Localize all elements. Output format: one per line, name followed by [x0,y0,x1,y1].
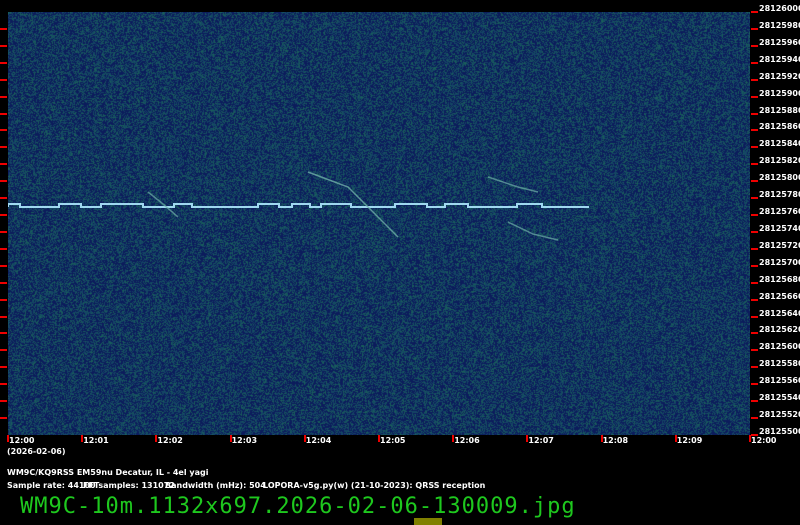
freq-label: 28125900 [759,89,800,98]
time-label: 12:00 [751,436,776,445]
freq-tick-left [0,180,7,182]
freq-tick [751,214,758,216]
freq-tick-left [0,96,7,98]
freq-tick-left [0,417,7,419]
time-label: 12:02 [157,436,182,445]
station-info: WM9C/KQ9RSS EM59nu Decatur, IL - 4el yag… [7,468,208,477]
freq-label: 28125600 [759,342,800,351]
freq-tick [751,400,758,402]
freq-label: 28125760 [759,207,800,216]
freq-label: 28125560 [759,376,800,385]
freq-label: 28125520 [759,410,800,419]
freq-tick [751,366,758,368]
freq-tick-left [0,332,7,334]
freq-label: 28125840 [759,139,800,148]
freq-tick-left [0,79,7,81]
freq-label: 28125700 [759,258,800,267]
freq-label: 28125640 [759,309,800,318]
freq-tick [751,146,758,148]
freq-tick [751,383,758,385]
bandwidth: Bandwidth (mHz): 504 [165,481,266,490]
freq-tick [751,417,758,419]
freq-tick-left [0,113,7,115]
freq-label: 28125660 [759,292,800,301]
freq-tick [751,197,758,199]
freq-tick-left [0,282,7,284]
time-label: 12:05 [380,436,405,445]
freq-tick-left [0,248,7,250]
time-label: 12:00 [9,436,34,445]
freq-tick-left [0,146,7,148]
fft-samples: FFTsamples: 131072 [83,481,175,490]
freq-label: 28125820 [759,156,800,165]
freq-tick-left [0,197,7,199]
freq-tick-left [0,299,7,301]
freq-tick-left [0,383,7,385]
freq-tick [751,113,758,115]
freq-tick [751,349,758,351]
freq-tick-left [0,231,7,233]
freq-label: 28125960 [759,38,800,47]
freq-tick [751,282,758,284]
freq-tick [751,11,758,13]
freq-label: 28125580 [759,359,800,368]
freq-tick [751,248,758,250]
freq-tick-left [0,62,7,64]
freq-tick [751,299,758,301]
time-label: 12:07 [528,436,553,445]
waterfall-spectrogram [8,12,750,435]
signal-overlay [8,12,750,435]
freq-label: 28125860 [759,122,800,131]
freq-tick [751,28,758,30]
freq-tick-left [0,366,7,368]
freq-label: 28125720 [759,241,800,250]
freq-label: 28125540 [759,393,800,402]
freq-tick-left [0,28,7,30]
freq-tick [751,79,758,81]
freq-tick [751,332,758,334]
freq-tick-left [0,163,7,165]
time-label: 12:09 [677,436,702,445]
freq-label: 28125920 [759,72,800,81]
freq-tick [751,265,758,267]
freq-tick [751,96,758,98]
freq-label: 28125680 [759,275,800,284]
freq-tick [751,62,758,64]
freq-label: 28125620 [759,325,800,334]
freq-tick-left [0,129,7,131]
date-label: (2026-02-06) [7,447,65,456]
freq-tick [751,180,758,182]
filename-caption: WM9C-10m.1132x697.2026-02-06-130009.jpg [20,494,576,519]
freq-label: 28125740 [759,224,800,233]
freq-tick [751,163,758,165]
freq-label: 28125800 [759,173,800,182]
software-version: LOPORA-v5g.py(w) (21-10-2023): QRSS rece… [263,481,485,490]
qrss-signal-trace [8,204,589,207]
freq-tick-left [0,45,7,47]
freq-label: 28125880 [759,106,800,115]
freq-tick [751,45,758,47]
freq-tick [751,231,758,233]
freq-label: 28126000 [759,4,800,13]
freq-tick [751,129,758,131]
freq-tick-left [0,265,7,267]
freq-label: 28125980 [759,21,800,30]
progress-marker [414,518,442,525]
freq-label: 28125780 [759,190,800,199]
freq-label: 28125940 [759,55,800,64]
freq-tick-left [0,349,7,351]
freq-tick-left [0,214,7,216]
doppler-trace [488,177,538,192]
freq-tick-left [0,316,7,318]
freq-tick [751,316,758,318]
time-label: 12:03 [232,436,257,445]
time-label: 12:04 [306,436,331,445]
freq-label: 28125500 [759,427,800,436]
time-label: 12:01 [83,436,108,445]
freq-tick-left [0,400,7,402]
time-label: 12:08 [603,436,628,445]
doppler-trace [508,222,558,240]
time-label: 12:06 [454,436,479,445]
